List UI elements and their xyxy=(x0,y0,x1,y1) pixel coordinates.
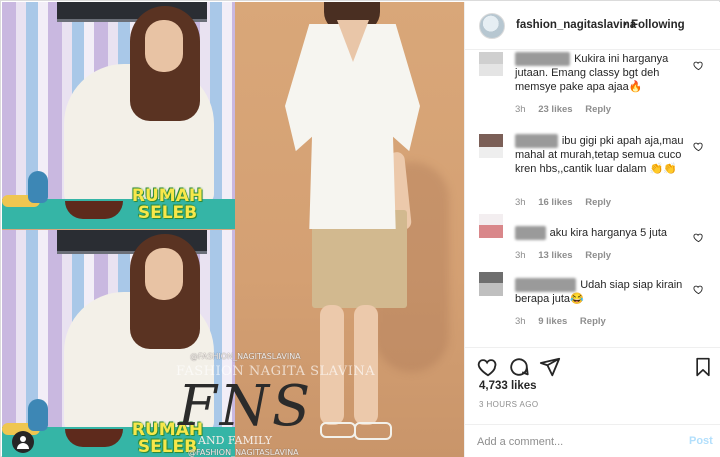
reply-button[interactable]: Reply xyxy=(585,104,611,115)
comment-heart-icon[interactable] xyxy=(693,284,704,295)
comment-meta: 3h 13 likes Reply xyxy=(515,250,621,261)
comment-time: 3h xyxy=(515,197,526,208)
comment-heart-icon[interactable] xyxy=(693,232,704,243)
watermark-family: AND FAMILY xyxy=(198,434,272,447)
comment-icon[interactable] xyxy=(508,356,530,378)
post-actions xyxy=(465,347,720,377)
post-image[interactable]: RUMAH SELEB RUMAH SELEB @FASHION_NAGITAS… xyxy=(2,2,464,457)
comment-likes[interactable]: 13 likes xyxy=(538,250,572,261)
comment-text: xxxxxxxxxxUdah siap siap kirain berapa j… xyxy=(515,278,683,305)
comment-time: 3h xyxy=(515,316,526,327)
comment-likes[interactable]: 9 likes xyxy=(538,316,567,327)
watermark-handle-bottom: @FASHION_NAGITASLAVINA xyxy=(188,448,299,457)
comment-meta: 3h 9 likes Reply xyxy=(515,316,616,327)
comment-heart-icon[interactable] xyxy=(693,141,704,152)
comment-composer: Post xyxy=(465,424,720,457)
comment-text: xxxxxaku kira harganya 5 juta xyxy=(515,226,687,240)
comment-avatar[interactable] xyxy=(479,52,503,76)
following-button[interactable]: Following xyxy=(631,19,685,31)
comment-meta: 3h 16 likes Reply xyxy=(515,197,621,208)
user-tag-icon[interactable] xyxy=(12,431,34,453)
heart-icon[interactable] xyxy=(477,356,499,378)
instagram-post-window: RUMAH SELEB RUMAH SELEB @FASHION_NAGITAS… xyxy=(0,0,720,457)
bookmark-icon[interactable] xyxy=(693,356,713,378)
reply-button[interactable]: Reply xyxy=(585,197,611,208)
comment-time: 3h xyxy=(515,104,526,115)
comment-meta: 3h 23 likes Reply xyxy=(515,104,621,115)
comment-likes[interactable]: 16 likes xyxy=(538,197,572,208)
post-header: fashion_nagitaslavina • Following xyxy=(465,2,720,50)
comment-text: xxxxxxxxxKukira ini harganya jutaan. Ema… xyxy=(515,52,669,93)
username-link[interactable]: fashion_nagitaslavina xyxy=(516,19,636,31)
comment-input[interactable] xyxy=(477,433,677,451)
reply-button[interactable]: Reply xyxy=(585,250,611,261)
post-sidebar: fashion_nagitaslavina • Following xxxxxx… xyxy=(464,2,720,457)
header-separator: • xyxy=(623,19,628,31)
watermark-handle-top: @FASHION_NAGITASLAVINA xyxy=(190,352,301,361)
post-timestamp: 3 HOURS AGO xyxy=(479,400,539,409)
show-logo-top: RUMAH SELEB xyxy=(131,186,204,223)
comment-avatar[interactable] xyxy=(479,214,503,238)
avatar[interactable] xyxy=(479,13,505,39)
like-count[interactable]: 4,733 likes xyxy=(479,380,537,392)
reply-button[interactable]: Reply xyxy=(580,316,606,327)
post-comment-button[interactable]: Post xyxy=(689,435,713,447)
comment-avatar[interactable] xyxy=(479,134,503,158)
comment-avatar[interactable] xyxy=(479,272,503,296)
comment-text: xxxxxxxibu gigi pki apah aja,mau mahal a… xyxy=(515,134,684,175)
comment-heart-icon[interactable] xyxy=(693,60,704,71)
watermark-logo: FNS xyxy=(178,374,314,439)
share-icon[interactable] xyxy=(539,356,561,378)
comment-time: 3h xyxy=(515,250,526,261)
comment-likes[interactable]: 23 likes xyxy=(538,104,572,115)
comment-list[interactable]: xxxxxxxxxKukira ini harganya jutaan. Ema… xyxy=(465,50,720,347)
